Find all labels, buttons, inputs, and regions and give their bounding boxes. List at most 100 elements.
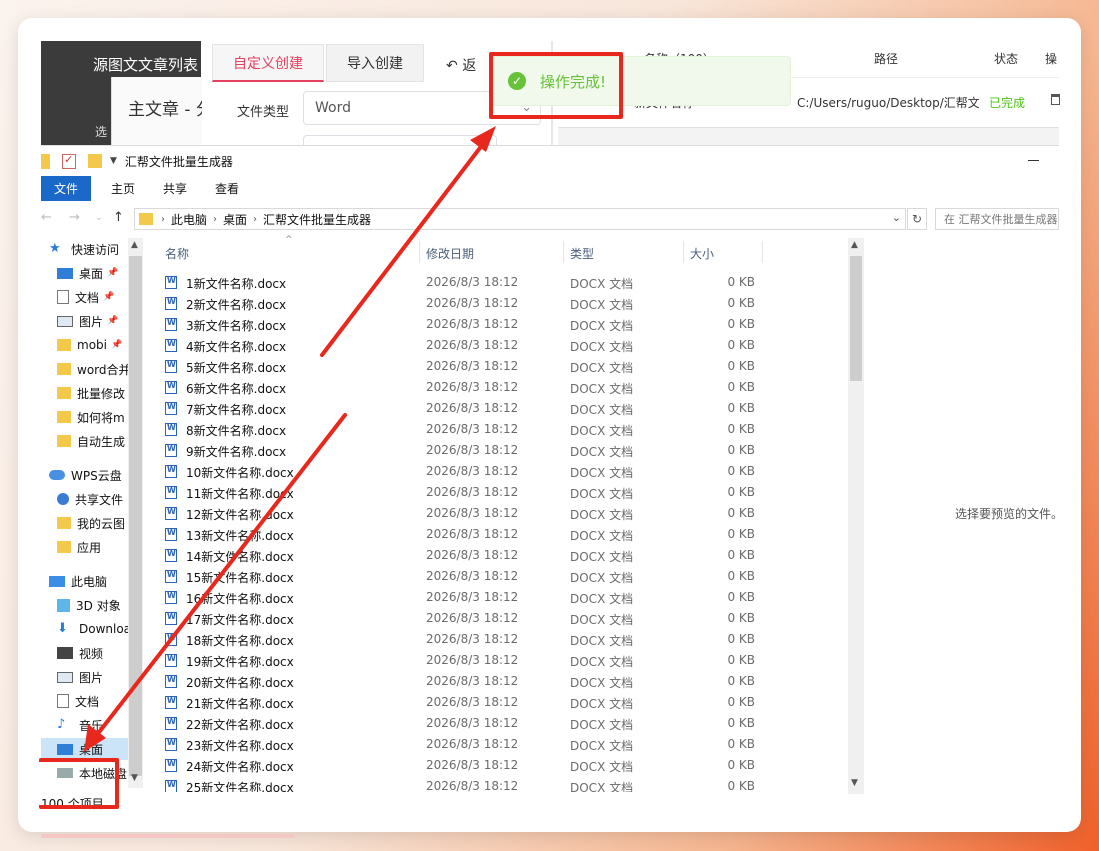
file-row[interactable]: 14新文件名称.docx 2026/8/3 18:12 DOCX 文档 0 KB xyxy=(155,545,855,566)
ribbon-tab-share[interactable]: 共享 xyxy=(149,176,201,201)
ribbon-tab-file[interactable]: 文件 xyxy=(41,176,92,201)
file-type: DOCX 文档 xyxy=(570,361,634,375)
file-size: 0 KB xyxy=(727,737,755,751)
file-modified: 2026/8/3 18:12 xyxy=(426,338,519,352)
properties-icon[interactable] xyxy=(62,153,76,169)
breadcrumb-this-pc[interactable]: 此电脑 xyxy=(171,211,207,228)
scroll-up-icon[interactable]: ▲ xyxy=(851,240,858,250)
tab-custom-create[interactable]: 自定义创建 xyxy=(212,44,324,82)
ribbon-tab-home[interactable]: 主页 xyxy=(97,176,149,201)
file-row[interactable]: 9新文件名称.docx 2026/8/3 18:12 DOCX 文档 0 KB xyxy=(155,440,855,461)
back-arrow-icon[interactable]: ← xyxy=(41,210,52,225)
file-row[interactable]: 7新文件名称.docx 2026/8/3 18:12 DOCX 文档 0 KB xyxy=(155,398,855,419)
word-document-icon xyxy=(165,780,177,792)
quick-access-dropdown-icon[interactable]: ▼ xyxy=(110,156,117,166)
scroll-down-icon[interactable]: ▼ xyxy=(851,778,858,788)
file-size: 0 KB xyxy=(727,716,755,730)
column-modified-header[interactable]: 修改日期 xyxy=(426,245,474,262)
breadcrumb-separator-icon: › xyxy=(253,213,258,225)
sidebar-item-label: 图片 xyxy=(79,314,104,329)
word-document-icon xyxy=(165,318,177,331)
file-type-value: Word xyxy=(315,100,351,116)
file-row[interactable]: 19新文件名称.docx 2026/8/3 18:12 DOCX 文档 0 KB xyxy=(155,650,855,671)
sidebar-item-label: 音乐 xyxy=(79,718,104,733)
folder-icon xyxy=(57,517,71,529)
main-article-panel: 主文章 - 分 xyxy=(111,77,213,145)
file-row[interactable]: 24新文件名称.docx 2026/8/3 18:12 DOCX 文档 0 KB xyxy=(155,755,855,776)
folder-icon xyxy=(57,541,71,553)
row-status: 已完成 xyxy=(989,96,1026,110)
file-row[interactable]: 1新文件名称.docx 2026/8/3 18:12 DOCX 文档 0 KB xyxy=(155,272,855,293)
column-divider[interactable] xyxy=(683,241,684,263)
refresh-icon[interactable]: ↻ xyxy=(907,208,927,230)
back-button[interactable]: ↶ 返 xyxy=(446,55,476,75)
file-size: 0 KB xyxy=(727,338,755,352)
breadcrumb-current-folder[interactable]: 汇帮文件批量生成器 xyxy=(263,211,371,228)
file-type: DOCX 文档 xyxy=(570,571,634,585)
new-folder-icon[interactable] xyxy=(88,154,102,168)
up-arrow-icon[interactable]: ↑ xyxy=(113,210,124,225)
file-row[interactable]: 25新文件名称.docx 2026/8/3 18:12 DOCX 文档 0 KB xyxy=(155,776,855,792)
file-row[interactable]: 2新文件名称.docx 2026/8/3 18:12 DOCX 文档 0 KB xyxy=(155,293,855,314)
file-row[interactable]: 21新文件名称.docx 2026/8/3 18:12 DOCX 文档 0 KB xyxy=(155,692,855,713)
table-scrollbar[interactable] xyxy=(558,127,1059,145)
file-row[interactable]: 22新文件名称.docx 2026/8/3 18:12 DOCX 文档 0 KB xyxy=(155,713,855,734)
search-input[interactable]: 在 汇帮文件批量生成器 中搜索 xyxy=(935,208,1059,230)
nav-scrollbar[interactable]: ▲ ▼ xyxy=(128,238,143,788)
scroll-up-icon[interactable]: ▲ xyxy=(131,240,138,250)
scroll-down-icon[interactable]: ▼ xyxy=(131,773,138,783)
column-name-header[interactable]: 名称 xyxy=(165,245,189,262)
file-type: DOCX 文档 xyxy=(570,718,634,732)
file-size: 0 KB xyxy=(727,653,755,667)
folder-icon xyxy=(139,213,153,225)
file-row[interactable]: 6新文件名称.docx 2026/8/3 18:12 DOCX 文档 0 KB xyxy=(155,377,855,398)
recent-dropdown-icon[interactable]: ⌄ xyxy=(95,213,103,223)
file-size: 0 KB xyxy=(727,611,755,625)
column-divider[interactable] xyxy=(563,241,564,263)
file-row[interactable]: 4新文件名称.docx 2026/8/3 18:12 DOCX 文档 0 KB xyxy=(155,335,855,356)
forward-arrow-icon[interactable]: → xyxy=(69,210,80,225)
file-row[interactable]: 16新文件名称.docx 2026/8/3 18:12 DOCX 文档 0 KB xyxy=(155,587,855,608)
address-dropdown-icon[interactable]: ⌄ xyxy=(892,211,901,224)
file-row[interactable]: 5新文件名称.docx 2026/8/3 18:12 DOCX 文档 0 KB xyxy=(155,356,855,377)
word-document-icon xyxy=(165,612,177,625)
column-type-header[interactable]: 类型 xyxy=(570,245,594,262)
sidebar-item-label: word合并 xyxy=(77,362,131,377)
file-row[interactable]: 18新文件名称.docx 2026/8/3 18:12 DOCX 文档 0 KB xyxy=(155,629,855,650)
file-row[interactable]: 8新文件名称.docx 2026/8/3 18:12 DOCX 文档 0 KB xyxy=(155,419,855,440)
pin-icon: 📌 xyxy=(103,292,115,302)
file-size: 0 KB xyxy=(727,485,755,499)
column-divider[interactable] xyxy=(419,241,420,263)
main-article-title: 主文章 - 分 xyxy=(128,100,213,120)
column-size-header[interactable]: 大小 xyxy=(690,245,714,262)
file-name: 23新文件名称.docx xyxy=(186,739,294,753)
word-document-icon xyxy=(165,675,177,688)
file-list-scrollbar-thumb[interactable] xyxy=(850,256,862,381)
tab-import-create[interactable]: 导入创建 xyxy=(326,44,424,82)
file-type: DOCX 文档 xyxy=(570,487,634,501)
file-row[interactable]: 23新文件名称.docx 2026/8/3 18:12 DOCX 文档 0 KB xyxy=(155,734,855,755)
file-size: 0 KB xyxy=(727,695,755,709)
breadcrumb-desktop[interactable]: 桌面 xyxy=(223,211,247,228)
file-row[interactable]: 17新文件名称.docx 2026/8/3 18:12 DOCX 文档 0 KB xyxy=(155,608,855,629)
file-row[interactable]: 10新文件名称.docx 2026/8/3 18:12 DOCX 文档 0 KB xyxy=(155,461,855,482)
nav-scrollbar-thumb[interactable] xyxy=(129,256,142,776)
word-document-icon xyxy=(165,591,177,604)
create-tabs: 自定义创建 导入创建 xyxy=(212,44,424,82)
star-icon: ★ xyxy=(49,241,61,256)
address-bar[interactable]: › 此电脑 › 桌面 › 汇帮文件批量生成器 ⌄ xyxy=(134,208,906,230)
ribbon-tab-view[interactable]: 查看 xyxy=(201,176,253,201)
file-row[interactable]: 13新文件名称.docx 2026/8/3 18:12 DOCX 文档 0 KB xyxy=(155,524,855,545)
file-row[interactable]: 3新文件名称.docx 2026/8/3 18:12 DOCX 文档 0 KB xyxy=(155,314,855,335)
file-row[interactable]: 20新文件名称.docx 2026/8/3 18:12 DOCX 文档 0 KB xyxy=(155,671,855,692)
sort-ascending-icon: ^ xyxy=(285,235,293,245)
file-row[interactable]: 15新文件名称.docx 2026/8/3 18:12 DOCX 文档 0 KB xyxy=(155,566,855,587)
column-divider[interactable] xyxy=(762,241,763,263)
file-row[interactable]: 12新文件名称.docx 2026/8/3 18:12 DOCX 文档 0 KB xyxy=(155,503,855,524)
minimize-icon[interactable] xyxy=(1028,160,1039,161)
trash-icon[interactable] xyxy=(1051,94,1060,105)
file-row[interactable]: 11新文件名称.docx 2026/8/3 18:12 DOCX 文档 0 KB xyxy=(155,482,855,503)
file-type: DOCX 文档 xyxy=(570,760,634,774)
sidebar-item-label: WPS云盘 xyxy=(71,468,122,483)
file-list-scrollbar[interactable]: ▲ ▼ xyxy=(848,238,864,794)
